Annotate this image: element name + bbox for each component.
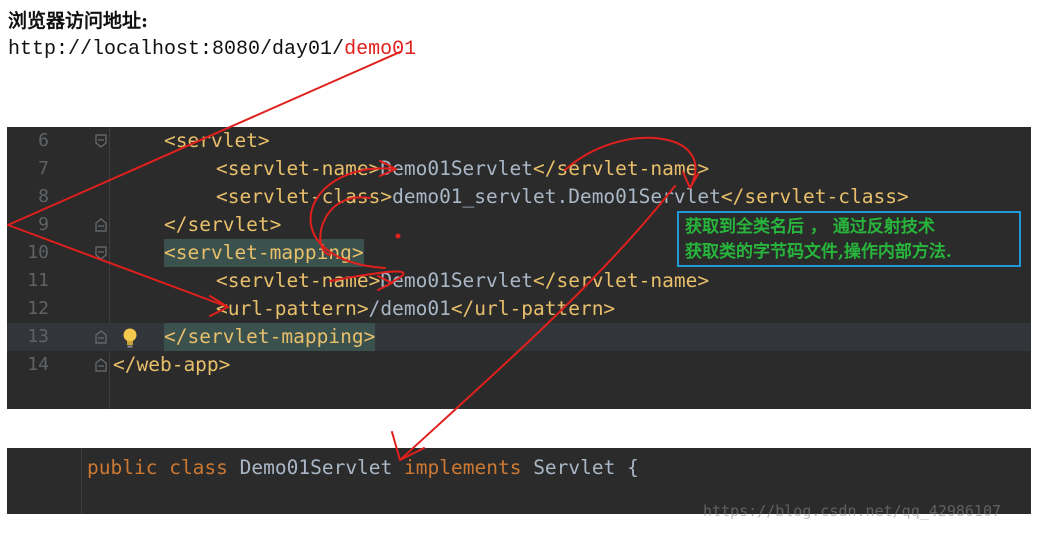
code-text: </servlet-mapping> <box>164 323 376 351</box>
interface-name: Servlet <box>533 456 616 479</box>
open-brace: { <box>627 456 639 479</box>
fold-marker-icon[interactable] <box>95 358 107 372</box>
page-heading: 浏览器访问地址: <box>8 10 149 32</box>
line-number: 10 <box>27 242 49 263</box>
url-base: http://localhost:8080/day01/ <box>8 38 345 61</box>
url-path: demo01 <box>344 38 417 61</box>
code-text: <servlet-name>Demo01Servlet</servlet-nam… <box>216 157 710 180</box>
code-text: </web-app> <box>113 353 231 376</box>
gutter-separator <box>81 448 82 514</box>
line-number: 11 <box>27 270 49 291</box>
line-number: 14 <box>27 354 49 375</box>
code-line[interactable]: 6 <servlet> <box>7 127 1031 155</box>
keyword-class: class <box>169 456 228 479</box>
code-line-current[interactable]: 13 </servlet-mapping> <box>7 323 1031 351</box>
keyword-public: public <box>87 456 158 479</box>
line-number: 6 <box>38 130 49 151</box>
code-text: <servlet-name>Demo01Servlet</servlet-nam… <box>216 269 710 292</box>
fold-marker-icon[interactable] <box>95 218 107 232</box>
line-number: 7 <box>38 158 49 179</box>
line-number: 1 <box>7 482 15 510</box>
code-text: <servlet-class>demo01_servlet.Demo01Serv… <box>216 185 909 208</box>
code-line[interactable]: 7 <servlet-name>Demo01Servlet</servlet-n… <box>7 155 1031 183</box>
line-number: 8 <box>38 186 49 207</box>
xml-code-editor[interactable]: 6 <servlet> 7 <servlet-name>Demo01Servle… <box>7 127 1031 409</box>
code-text: <servlet> <box>164 129 270 152</box>
callout-line-1: 获取到全类名后 ， 通过反射技术 <box>685 217 935 237</box>
class-declaration[interactable]: public class Demo01Servlet implements Se… <box>87 454 639 482</box>
lightbulb-icon[interactable] <box>121 327 139 349</box>
callout-line-2: 获取类的字节码文件,操作内部方法. <box>685 242 952 262</box>
line-number: 12 <box>27 298 49 319</box>
keyword-implements: implements <box>404 456 522 479</box>
line-number: 13 <box>27 326 49 347</box>
watermark: https://blog.csdn.net/qq_42986107 <box>703 502 1002 520</box>
fold-marker-icon[interactable] <box>95 330 107 344</box>
code-line[interactable]: 8 <servlet-class>demo01_servlet.Demo01Se… <box>7 183 1031 211</box>
fold-marker-icon[interactable] <box>95 246 107 260</box>
code-line[interactable]: 11 <servlet-name>Demo01Servlet</servlet-… <box>7 267 1031 295</box>
code-line[interactable]: 14 </web-app> <box>7 351 1031 379</box>
code-text: </servlet> <box>164 213 282 236</box>
fold-marker-icon[interactable] <box>95 134 107 148</box>
access-url: http://localhost:8080/day01/demo01 <box>8 38 416 61</box>
line-number: 0 <box>7 454 15 482</box>
code-text: <servlet-mapping> <box>164 239 364 267</box>
code-line[interactable]: 12 <url-pattern>/demo01</url-pattern> <box>7 295 1031 323</box>
code-text: <url-pattern>/demo01</url-pattern> <box>216 297 616 320</box>
class-name: Demo01Servlet <box>239 456 393 479</box>
reflection-callout-box: 获取到全类名后 ， 通过反射技术 获取类的字节码文件,操作内部方法. <box>677 211 1021 267</box>
line-number: 9 <box>38 214 49 235</box>
